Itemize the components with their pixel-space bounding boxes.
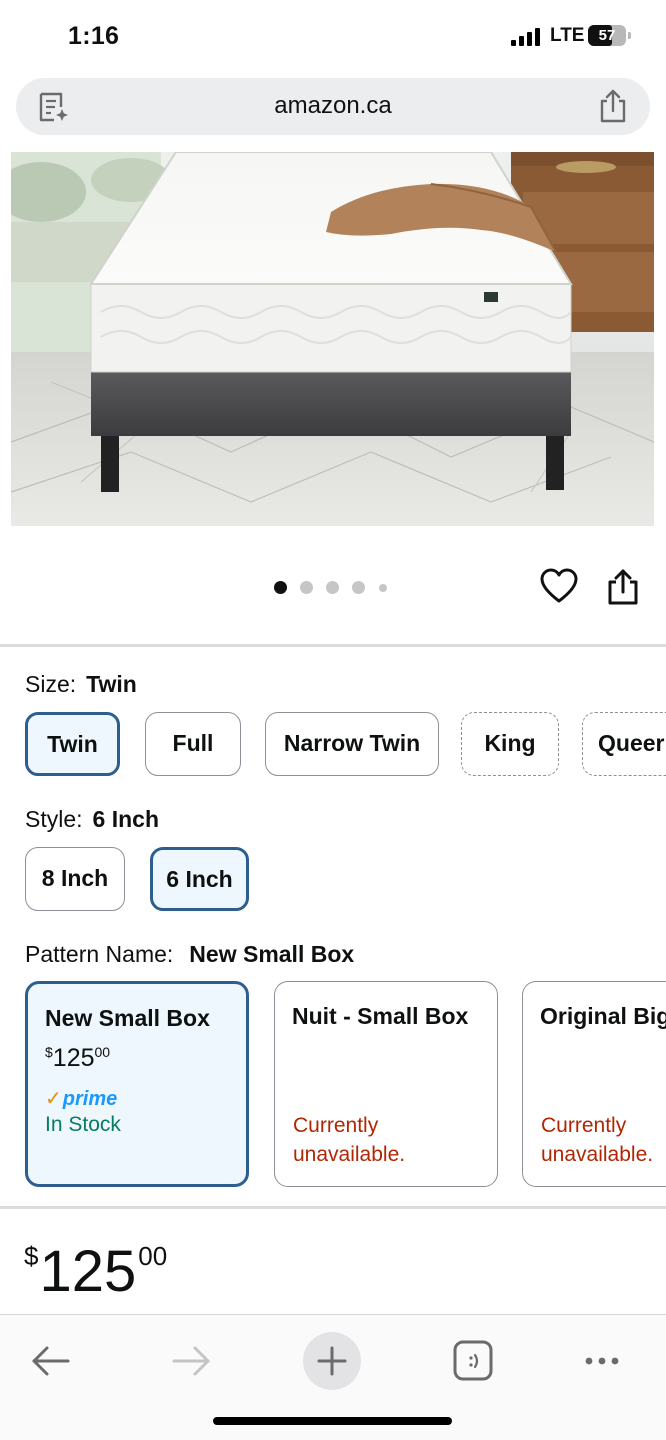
pattern-card-new-small-box[interactable]: New Small Box $12500 ✓prime In Stock	[25, 981, 249, 1187]
section-divider	[0, 1206, 666, 1209]
product-share-icon[interactable]	[606, 568, 640, 606]
prime-badge: ✓prime	[45, 1088, 118, 1110]
size-selected-value: Twin	[86, 671, 137, 697]
pattern-card-price: $12500	[45, 1044, 111, 1072]
battery-level: 57	[598, 27, 616, 44]
more-menu-icon[interactable]	[572, 1331, 632, 1391]
style-selected-value: 6 Inch	[92, 806, 159, 832]
url-text[interactable]: amazon.ca	[16, 92, 650, 120]
mattress-photo	[11, 152, 654, 526]
tabs-icon[interactable]	[443, 1331, 503, 1391]
pattern-label: Pattern Name: New Small Box	[25, 941, 354, 968]
carousel-dot[interactable]	[379, 584, 387, 592]
product-price: $12500	[24, 1239, 168, 1304]
forward-arrow-icon[interactable]	[162, 1331, 222, 1391]
product-image[interactable]	[11, 152, 654, 526]
size-option-full[interactable]: Full	[145, 712, 241, 776]
battery-icon: 57	[588, 25, 631, 46]
pattern-label-text: Pattern Name:	[25, 941, 174, 967]
signal-icon	[511, 28, 543, 46]
share-icon[interactable]	[596, 88, 630, 124]
carousel-dot[interactable]	[274, 581, 287, 594]
heart-icon[interactable]	[540, 568, 578, 604]
section-divider	[0, 644, 666, 647]
size-option-king[interactable]: King	[461, 712, 559, 776]
prime-check-icon: ✓	[45, 1088, 62, 1110]
size-option-narrow-twin[interactable]: Narrow Twin	[265, 712, 439, 776]
availability-status: Currently unavailable.	[541, 1114, 654, 1166]
carousel-dot[interactable]	[326, 581, 339, 594]
style-options: 8 Inch 6 Inch	[0, 847, 666, 917]
style-label-text: Style:	[25, 806, 83, 832]
pattern-card-original-big[interactable]: Original Big Currently unavailable.	[522, 981, 666, 1187]
address-bar[interactable]: amazon.ca	[16, 78, 650, 135]
pattern-card-title: Nuit - Small Box	[292, 1003, 469, 1029]
carousel-dot[interactable]	[352, 581, 365, 594]
pattern-selected-value: New Small Box	[189, 941, 355, 967]
network-type: LTE	[550, 25, 585, 46]
pattern-cards: New Small Box $12500 ✓prime In Stock Nui…	[0, 981, 666, 1191]
status-time: 1:16	[68, 22, 120, 50]
size-label: Size: Twin	[25, 671, 137, 698]
pattern-card-nuit-small-box[interactable]: Nuit - Small Box Currently unavailable.	[274, 981, 498, 1187]
back-arrow-icon[interactable]	[20, 1331, 80, 1391]
status-bar: 1:16 LTE 57	[0, 0, 666, 70]
size-label-text: Size:	[25, 671, 77, 697]
home-indicator[interactable]	[213, 1417, 452, 1425]
pattern-card-title: New Small Box	[45, 1005, 210, 1031]
style-label: Style: 6 Inch	[25, 806, 159, 833]
size-option-queen[interactable]: Queer	[582, 712, 666, 776]
size-option-twin[interactable]: Twin	[25, 712, 120, 776]
size-options: Twin Full Narrow Twin King Queer	[0, 712, 666, 782]
style-option-6-inch[interactable]: 6 Inch	[150, 847, 249, 911]
stock-status: In Stock	[45, 1113, 121, 1136]
new-tab-icon[interactable]	[302, 1331, 362, 1391]
carousel-dot[interactable]	[300, 581, 313, 594]
pattern-card-title: Original Big	[540, 1003, 666, 1029]
availability-status: Currently unavailable.	[293, 1114, 406, 1166]
style-option-8-inch[interactable]: 8 Inch	[25, 847, 125, 911]
